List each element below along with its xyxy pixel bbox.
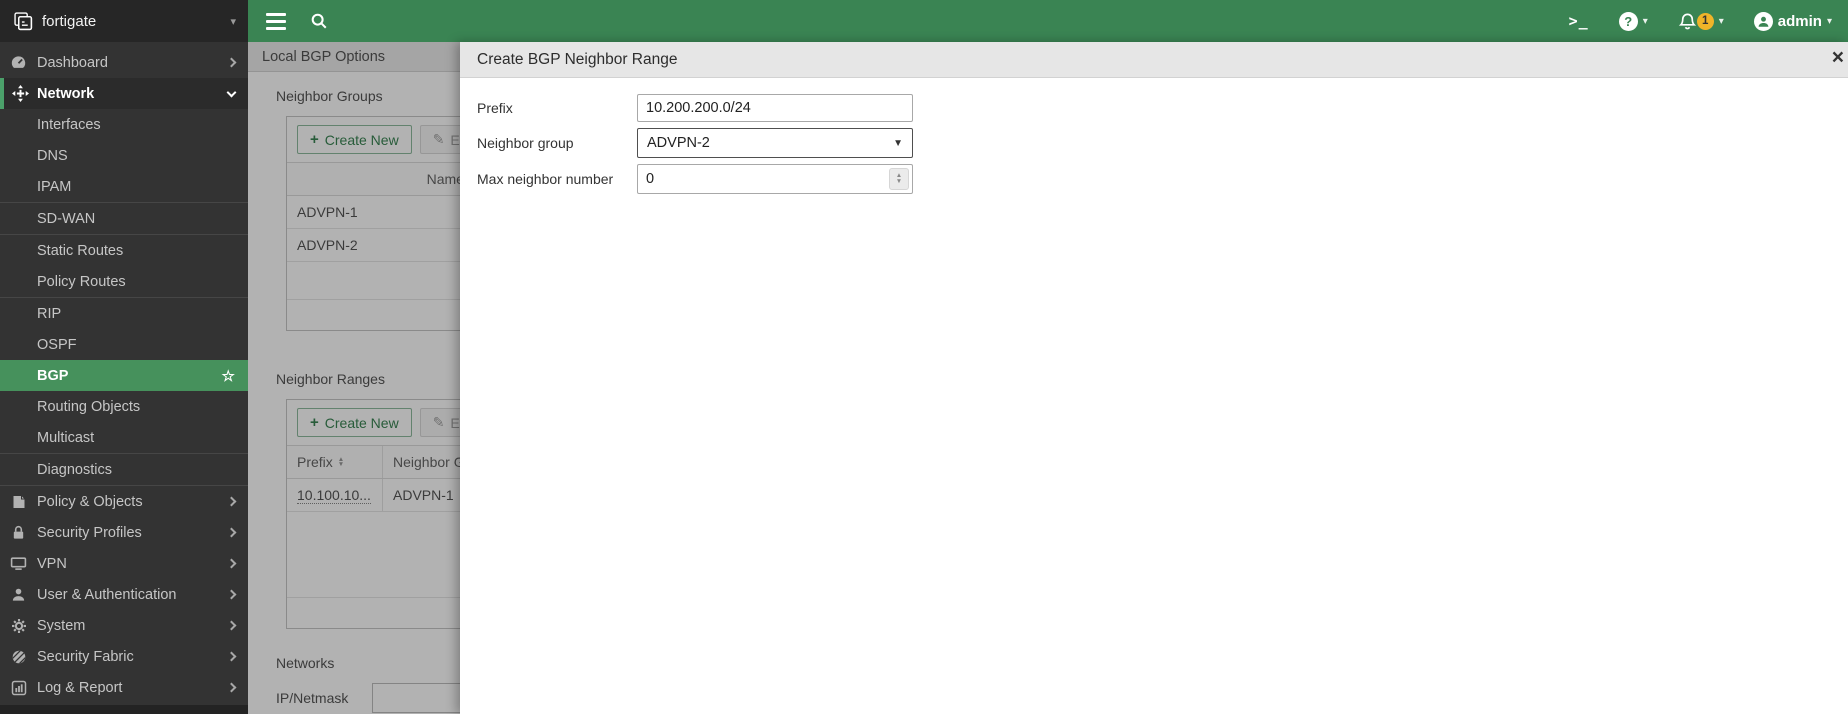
notification-badge: 1: [1696, 12, 1714, 30]
sidebar-item-system[interactable]: System: [0, 610, 248, 641]
sidebar-item-diagnostics[interactable]: Diagnostics: [0, 454, 248, 485]
cli-console-icon[interactable]: >_: [1569, 12, 1589, 30]
sidebar-item-log-report[interactable]: Log & Report: [0, 672, 248, 703]
chevron-right-icon: [226, 682, 237, 693]
sidebar-item-rip[interactable]: RIP: [0, 298, 248, 329]
gear-icon: [0, 618, 37, 634]
user-menu[interactable]: admin ▾: [1753, 11, 1832, 31]
sidebar-item-interfaces[interactable]: Interfaces: [0, 109, 248, 140]
select-caret-icon: ▼: [893, 137, 903, 149]
notifications-caret-icon: ▾: [1718, 15, 1724, 27]
topbar-green: >_ ? ▾ 1 ▾ admin ▾: [248, 0, 1848, 42]
sidebar-item-network[interactable]: Network: [0, 78, 248, 109]
sidebar-item-security-fabric[interactable]: Security Fabric: [0, 641, 248, 672]
bell-icon: [1678, 13, 1696, 29]
dialog-title: Create BGP Neighbor Range: [477, 50, 678, 68]
chevron-right-icon: [226, 527, 237, 538]
sidebar-item-static-routes[interactable]: Static Routes: [0, 235, 248, 266]
sidebar-item-policy-routes[interactable]: Policy Routes: [0, 266, 248, 297]
sidebar-item-dns[interactable]: DNS: [0, 140, 248, 171]
notifications-menu[interactable]: 1 ▾: [1678, 12, 1724, 31]
help-menu[interactable]: ? ▾: [1618, 11, 1648, 31]
brand-selector[interactable]: fortigate ▾: [0, 0, 248, 42]
dialog-body: Prefix Neighbor group ADVPN-2 ▼ Max neig…: [460, 78, 1848, 200]
sidebar-item-user-authentication[interactable]: User & Authentication: [0, 579, 248, 610]
dashboard-icon: [0, 54, 37, 71]
prefix-label: Prefix: [477, 100, 513, 116]
sidebar-item-ipam[interactable]: IPAM: [0, 171, 248, 202]
bar-chart-icon: [0, 680, 37, 696]
prefix-input[interactable]: [637, 94, 913, 122]
topbar-right: >_ ? ▾ 1 ▾ admin ▾: [1569, 11, 1832, 31]
dialog-header: Create BGP Neighbor Range ×: [460, 42, 1848, 78]
chevron-right-icon: [226, 558, 237, 569]
network-icon: [4, 85, 37, 102]
fortigate-logo-icon: [14, 11, 33, 30]
favorite-star-icon[interactable]: ☆: [222, 367, 235, 385]
sidebar-item-vpn[interactable]: VPN: [0, 548, 248, 579]
number-spinner[interactable]: ▲ ▼: [889, 168, 909, 190]
sidebar-nav: Dashboard Network Interfaces DNS IPAM SD…: [0, 42, 248, 714]
create-bgp-neighbor-range-dialog: Create BGP Neighbor Range × Prefix Neigh…: [460, 42, 1848, 714]
chevron-right-icon: [226, 589, 237, 600]
user-caret-icon: ▾: [1826, 15, 1832, 27]
max-neighbor-label: Max neighbor number: [477, 171, 614, 187]
brand-caret-icon: ▾: [230, 15, 236, 28]
user-icon: [0, 587, 37, 602]
menu-toggle-icon[interactable]: [266, 12, 286, 30]
sidebar-item-dashboard[interactable]: Dashboard: [0, 47, 248, 78]
topbar: fortigate ▾ >_ ? ▾ 1 ▾ admin ▾: [0, 0, 1848, 42]
max-neighbor-field-row: Max neighbor number 0 ▲ ▼: [477, 164, 1848, 194]
max-neighbor-value: 0: [646, 171, 655, 187]
sidebar-item-multicast[interactable]: Multicast: [0, 422, 248, 453]
sidebar-bottom-strip: [0, 705, 248, 714]
chevron-right-icon: [226, 57, 237, 68]
chevron-right-icon: [226, 496, 237, 507]
chevron-right-icon: [226, 620, 237, 631]
chevron-down-icon: [226, 87, 237, 97]
brand-name: fortigate: [42, 12, 97, 30]
max-neighbor-input[interactable]: 0 ▲ ▼: [637, 164, 913, 194]
neighbor-group-value: ADVPN-2: [647, 135, 710, 151]
sidebar-item-ospf[interactable]: OSPF: [0, 329, 248, 360]
help-caret-icon: ▾: [1642, 15, 1648, 27]
sidebar-item-sd-wan[interactable]: SD-WAN: [0, 203, 248, 234]
fortigate-app: fortigate ▾ >_ ? ▾ 1 ▾ admin ▾ Dashboard…: [0, 0, 1848, 714]
user-avatar-icon: [1753, 11, 1773, 31]
help-icon: ?: [1618, 11, 1638, 31]
sidebar-item-routing-objects[interactable]: Routing Objects: [0, 391, 248, 422]
neighbor-group-select[interactable]: ADVPN-2 ▼: [637, 128, 913, 158]
sidebar-item-security-profiles[interactable]: Security Profiles: [0, 517, 248, 548]
security-fabric-icon: [0, 649, 37, 665]
neighbor-group-field-row: Neighbor group ADVPN-2 ▼: [477, 128, 1848, 158]
main-region: Local BGP Options Neighbor Groups + Crea…: [248, 42, 1848, 714]
lock-icon: [0, 525, 37, 540]
monitor-icon: [0, 555, 37, 572]
sidebar-item-bgp[interactable]: BGP ☆: [0, 360, 248, 391]
prefix-field-row: Prefix: [477, 94, 1848, 122]
chevron-right-icon: [226, 651, 237, 662]
sidebar-item-policy-objects[interactable]: Policy & Objects: [0, 486, 248, 517]
policy-document-icon: [0, 494, 37, 510]
search-icon[interactable]: [310, 12, 328, 30]
username-label: admin: [1777, 12, 1822, 30]
neighbor-group-label: Neighbor group: [477, 135, 574, 151]
close-icon[interactable]: ×: [1832, 47, 1844, 68]
